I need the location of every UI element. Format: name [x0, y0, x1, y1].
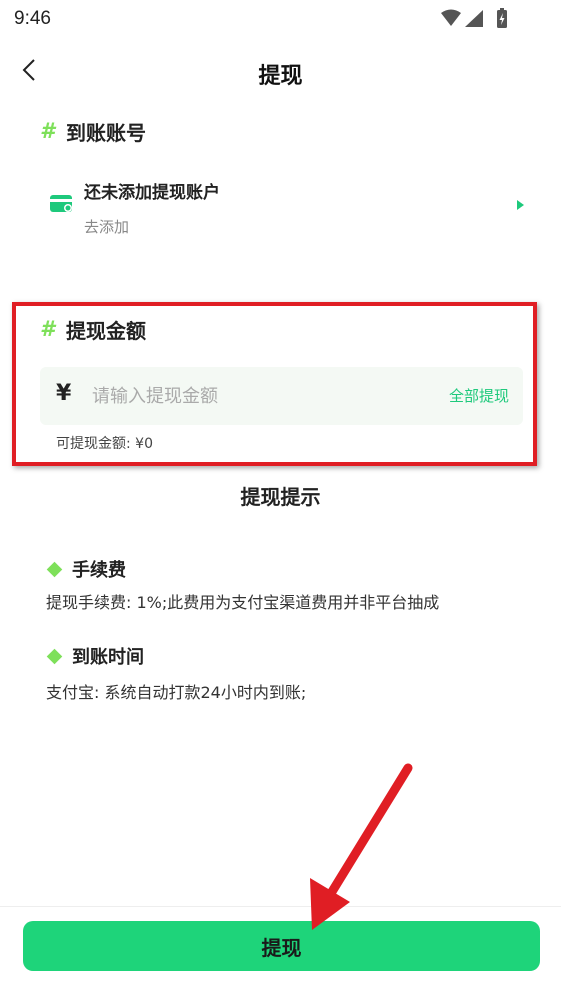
status-time: 9:46 — [14, 8, 51, 29]
card-icon — [50, 195, 72, 212]
available-amount: 可提现金额: ¥0 — [56, 433, 153, 453]
hash-icon: # — [40, 119, 55, 143]
amount-section-title: 提现金额 — [66, 318, 146, 343]
yen-icon: ¥ — [56, 381, 72, 406]
tip-time-title: 到账时间 — [72, 647, 144, 668]
add-account-row[interactable]: 还未添加提现账户 去添加 — [40, 168, 530, 246]
tip-fee-header: 手续费 — [46, 556, 126, 582]
available-label: 可提现金额: — [56, 436, 131, 452]
wifi-icon — [441, 9, 461, 26]
chevron-right-icon — [517, 200, 524, 210]
page-title: 提现 — [258, 64, 303, 89]
diamond-icon — [46, 648, 63, 664]
amount-input[interactable] — [92, 379, 412, 413]
tip-fee-body: 提现手续费: 1%;此费用为支付宝渠道费用并非平台抽成 — [46, 593, 440, 612]
nav-bar: 提现 — [0, 44, 561, 100]
tips-title: 提现提示 — [240, 485, 321, 509]
withdraw-submit-button[interactable]: 提现 — [23, 921, 540, 971]
available-value: ¥0 — [135, 436, 153, 452]
tip-fee-title: 手续费 — [72, 560, 126, 581]
add-account-link[interactable]: 去添加 — [84, 216, 129, 237]
diamond-icon — [46, 561, 63, 577]
amount-input-box: ¥ 全部提现 — [40, 367, 523, 425]
tip-time-header: 到账时间 — [46, 643, 144, 669]
signal-icon — [465, 10, 483, 27]
status-bar: 9:46 — [0, 0, 561, 40]
account-section-header: # 到账账号 — [40, 116, 146, 146]
withdraw-all-button[interactable]: 全部提现 — [449, 385, 509, 406]
status-icons — [441, 8, 507, 28]
battery-charging-icon — [497, 8, 507, 28]
amount-section-header: # 提现金额 — [40, 314, 146, 344]
tip-time-body: 支付宝: 系统自动打款24小时内到账; — [46, 683, 307, 702]
bottom-divider — [0, 906, 561, 907]
hash-icon: # — [40, 317, 55, 341]
account-section-title: 到账账号 — [66, 120, 146, 145]
account-title: 还未添加提现账户 — [84, 183, 220, 203]
